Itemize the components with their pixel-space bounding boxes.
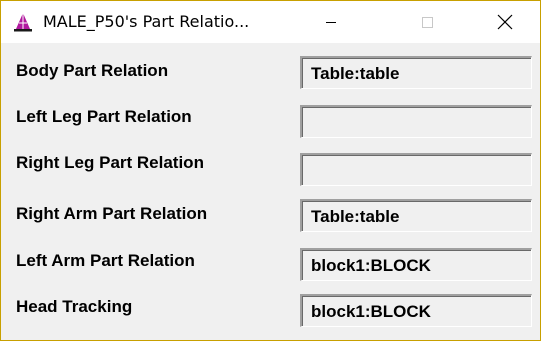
right-leg-part-relation-field[interactable] [300, 153, 532, 186]
pyramid-figure-icon [13, 12, 33, 32]
window-title: MALE_P50's Part Relatio... [43, 12, 250, 31]
body-part-relation-label: Body Part Relation [16, 61, 169, 80]
body-part-relation-field[interactable]: Table:table [300, 56, 532, 89]
minimize-icon [326, 22, 336, 23]
head-tracking-field[interactable]: block1:BLOCK [300, 294, 532, 327]
minimize-button[interactable] [301, 1, 361, 43]
close-icon [497, 14, 513, 30]
part-relation-window: MALE_P50's Part Relatio... Body Part Rel… [0, 0, 541, 341]
left-arm-part-relation-label: Left Arm Part Relation [16, 251, 195, 270]
close-button[interactable] [475, 1, 535, 43]
left-arm-part-relation-field[interactable]: block1:BLOCK [300, 248, 532, 281]
left-leg-part-relation-field[interactable] [300, 105, 532, 138]
maximize-button[interactable] [397, 1, 457, 43]
right-arm-part-relation-field[interactable]: Table:table [300, 199, 532, 232]
left-leg-part-relation-label: Left Leg Part Relation [16, 107, 192, 126]
title-bar[interactable]: MALE_P50's Part Relatio... [1, 1, 540, 43]
maximize-icon [422, 17, 433, 28]
right-arm-part-relation-label: Right Arm Part Relation [16, 204, 208, 223]
head-tracking-label: Head Tracking [16, 297, 133, 316]
right-leg-part-relation-label: Right Leg Part Relation [16, 153, 204, 172]
